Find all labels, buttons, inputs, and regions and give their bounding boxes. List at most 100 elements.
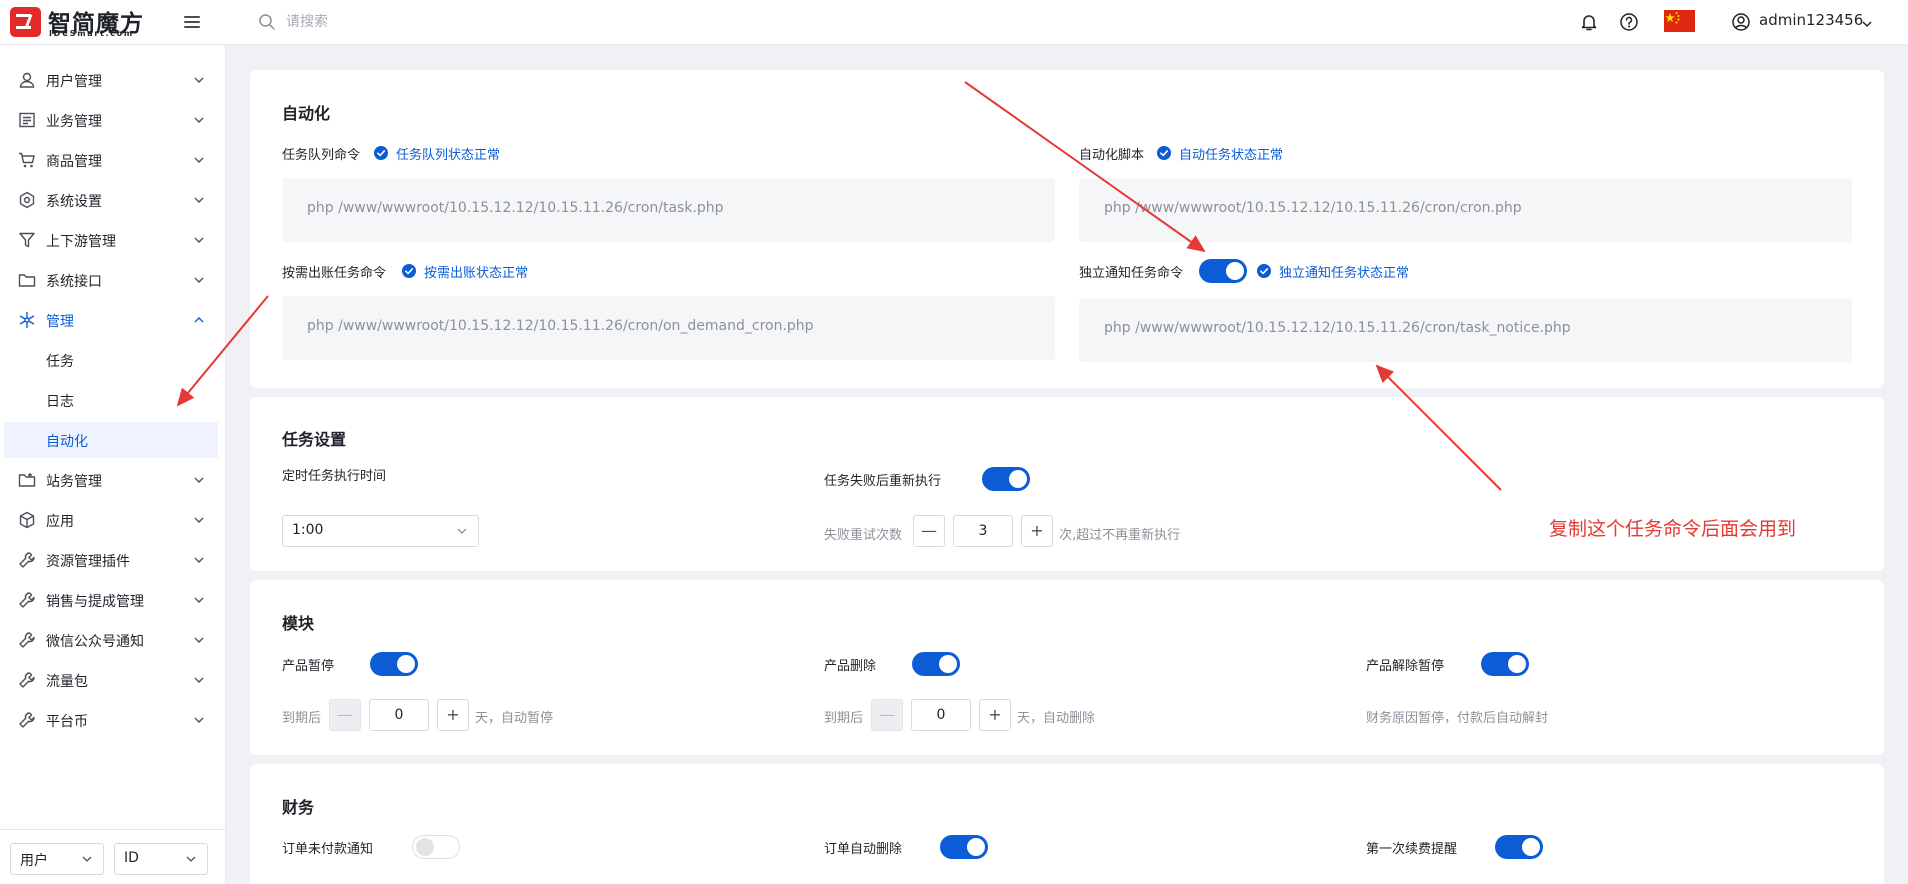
search-type-value: 用户 [20,853,48,869]
on-demand-label: 按需出账任务命令 [282,266,387,281]
finance-card: 财务 订单未付款通知 订单自动删除 第一次续费提醒 [250,764,1884,884]
filter-icon [19,232,35,248]
wrench-icon [19,712,35,728]
snowflake-icon [19,311,35,329]
unpaid-notice-toggle[interactable] [412,835,460,859]
schedule-time-select[interactable]: 1:00 [282,515,479,547]
settings-icon [19,191,35,209]
sidebar-subitem-task[interactable]: 任务 [4,342,218,378]
retry-count-input[interactable] [953,515,1013,547]
chevron-down-icon [1862,21,1872,28]
chevron-down-icon [194,677,204,683]
sidebar-item-product-management[interactable]: 商品管理 [0,142,226,178]
product-delete-toggle[interactable] [912,652,960,676]
product-suspend-toggle[interactable] [370,652,418,676]
sidebar-item-label: 应用 [46,514,74,530]
sidebar-item-management[interactable]: 管理 [0,302,226,338]
automation-script-label: 自动化脚本 [1079,148,1145,163]
help-icon[interactable] [1618,11,1640,33]
module-title: 模块 [282,614,315,633]
sidebar-footer: 用户 ID [0,829,226,884]
minus-icon: — [879,705,895,724]
chevron-down-icon [194,717,204,723]
schedule-time-label: 定时任务执行时间 [282,469,387,484]
product-unsuspend-toggle[interactable] [1481,652,1529,676]
sidebar-item-system-interface[interactable]: 系统接口 [0,262,226,298]
automation-script-command[interactable]: php /www/wwwroot/10.15.12.12/10.15.11.26… [1079,178,1852,242]
chevron-down-icon [457,528,467,534]
task-queue-label: 任务队列命令 [282,148,361,163]
list-icon [19,112,35,128]
suspend-days-input[interactable] [369,699,429,731]
sidebar-item-user-management[interactable]: 用户管理 [0,62,226,98]
sidebar-subitem-automation[interactable]: 自动化 [4,422,218,458]
unpaid-notice-label: 订单未付款通知 [282,842,374,857]
menu-toggle-icon[interactable] [182,12,204,32]
first-renew-remind-toggle[interactable] [1495,835,1543,859]
folder-icon [18,274,36,287]
sidebar-item-sales-commission[interactable]: 销售与提成管理 [0,582,226,618]
sidebar-item-label: 系统接口 [46,274,102,290]
sidebar-item-apps[interactable]: 应用 [0,502,226,538]
sidebar-item-system-settings[interactable]: 系统设置 [0,182,226,218]
task-queue-command[interactable]: php /www/wwwroot/10.15.12.12/10.15.11.26… [282,178,1055,242]
sidebar-item-traffic-pack[interactable]: 流量包 [0,662,226,698]
delete-days-input[interactable] [911,699,971,731]
chevron-down-icon [194,157,204,163]
suspend-increment-button[interactable]: + [437,699,469,731]
chevron-down-icon [194,637,204,643]
sidebar-item-platform-coin[interactable]: 平台币 [0,702,226,738]
plus-icon: + [988,705,1002,724]
cube-icon [19,511,35,529]
sidebar-item-label: 微信公众号通知 [46,634,144,650]
folder-add-icon [18,473,36,487]
retry-decrement-button[interactable]: — [913,515,945,547]
chevron-down-icon [194,197,204,203]
sidebar-subitem-label: 任务 [46,354,74,370]
check-circle-icon [1157,146,1171,160]
on-demand-command[interactable]: php /www/wwwroot/10.15.12.12/10.15.11.26… [282,296,1055,360]
first-renew-remind-label: 第一次续费提醒 [1366,842,1458,857]
sidebar-subitem-log[interactable]: 日志 [4,382,218,418]
chevron-down-icon [194,237,204,243]
sidebar-item-site-management[interactable]: 站务管理 [0,462,226,498]
sidebar-item-wechat-notify[interactable]: 微信公众号通知 [0,622,226,658]
search-field-select[interactable]: ID [114,843,208,875]
search-input[interactable] [286,11,536,33]
delete-increment-button[interactable]: + [979,699,1011,731]
module-card: 模块 产品暂停 到期后 — + 天，自动暂停 产品删除 到期后 — + 天，自动… [250,580,1884,755]
automation-title: 自动化 [282,104,331,123]
sidebar-item-label: 商品管理 [46,154,102,170]
chevron-down-icon [194,277,204,283]
delete-decrement-button[interactable]: — [871,699,903,731]
order-auto-delete-toggle[interactable] [940,835,988,859]
sidebar-item-upstream-downstream[interactable]: 上下游管理 [0,222,226,258]
chevron-down-icon [194,557,204,563]
automation-card: 自动化 任务队列命令 任务队列状态正常 php /www/wwwroot/10.… [250,70,1884,388]
top-header: 智简魔方 IDCSmart.com 请搜索 admin123456 [0,0,1908,45]
brand-logo[interactable]: 智简魔方 IDCSmart.com [10,7,145,38]
sidebar-item-business-management[interactable]: 业务管理 [0,102,226,138]
sidebar-item-label: 业务管理 [46,114,102,130]
sidebar-item-label: 流量包 [46,674,88,690]
sidebar-item-label: 资源管理插件 [46,554,130,570]
wrench-icon [19,632,35,648]
plus-icon: + [1030,521,1044,540]
suspend-decrement-button[interactable]: — [329,699,361,731]
retry-toggle[interactable] [982,467,1030,491]
notice-task-label: 独立通知任务命令 [1079,266,1184,281]
product-delete-label: 产品删除 [824,659,877,674]
product-unsuspend-label: 产品解除暂停 [1366,659,1445,674]
retry-increment-button[interactable]: + [1021,515,1053,547]
chevron-down-icon [194,117,204,123]
notice-task-command[interactable]: php /www/wwwroot/10.15.12.12/10.15.11.26… [1079,298,1852,362]
retry-count-label: 失败重试次数 [824,528,903,543]
notice-task-toggle[interactable] [1199,259,1247,283]
task-settings-card: 任务设置 定时任务执行时间 1:00 任务失败后重新执行 失败重试次数 — + … [250,397,1884,571]
china-flag-icon[interactable] [1664,10,1695,32]
task-settings-title: 任务设置 [282,430,347,449]
search-type-select[interactable]: 用户 [10,843,104,875]
sidebar-item-label: 系统设置 [46,194,102,210]
sidebar-item-resource-plugin[interactable]: 资源管理插件 [0,542,226,578]
bell-icon[interactable] [1578,11,1600,33]
